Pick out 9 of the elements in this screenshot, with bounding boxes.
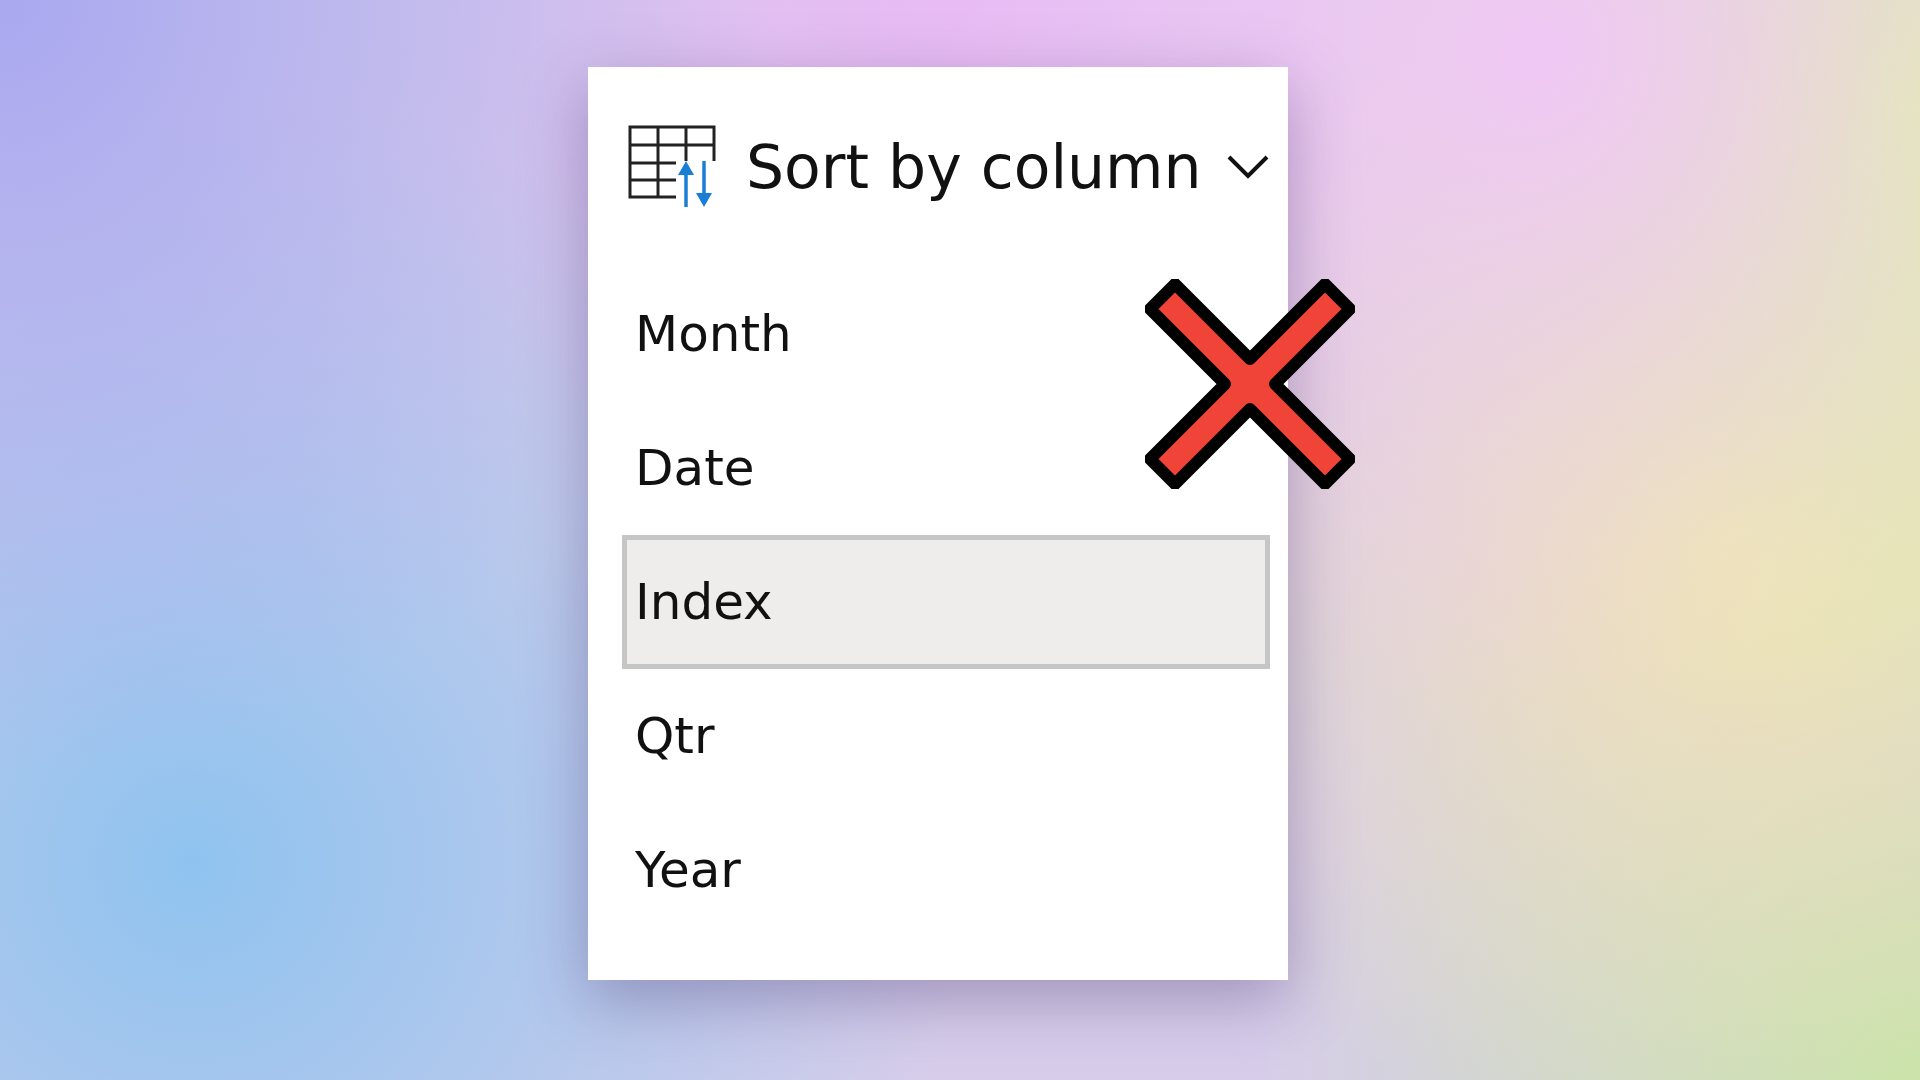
chevron-down-icon xyxy=(1225,154,1270,180)
menu-item[interactable]: Month xyxy=(622,267,809,401)
sort-dropdown[interactable]: Sort by column xyxy=(746,132,1270,202)
table-sort-icon xyxy=(628,125,718,209)
menu-item[interactable]: Year xyxy=(622,803,758,937)
menu-item[interactable]: Index xyxy=(622,535,1270,669)
menu-item[interactable]: Qtr xyxy=(622,669,732,803)
cross-mark-icon xyxy=(1145,279,1355,489)
menu-item[interactable]: Date xyxy=(622,401,772,535)
